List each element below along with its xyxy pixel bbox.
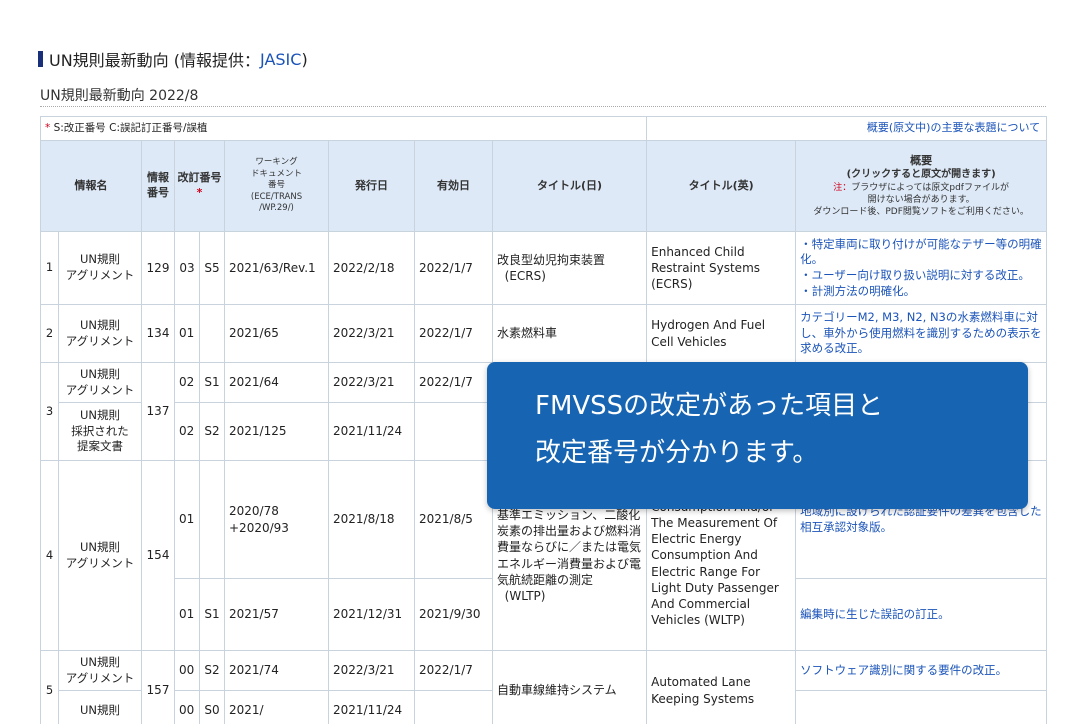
callout-line-2: 改定番号が分かります。 — [535, 438, 819, 468]
col-working-document: ワーキング ドキュメント 番号 (ECE/TRANS/WP.29/) — [224, 140, 329, 232]
col-title-en: タイトル(英) — [646, 140, 797, 232]
table-row: 5 UN規則 アグリメント 157 00 S2 2021/74 2022/3/21… — [40, 650, 1048, 724]
col-name: 情報名 — [40, 140, 142, 232]
title-bar-marker — [38, 51, 43, 67]
callout-tooltip: FMVSSの改定があった項目と 改定番号が分かります。 — [487, 362, 1028, 509]
col-issue-date: 発行日 — [328, 140, 415, 232]
col-revision: 改訂番号* — [174, 140, 225, 232]
col-number: 情報番号 — [141, 140, 175, 232]
summary-link[interactable]: カテゴリーM2, M3, N2, N3の水素燃料車に対し、車外から使用燃料を識別… — [795, 304, 1048, 363]
summary-link[interactable]: ・特定車両に取り付けが可能なテザー等の明確化。 ・ユーザー向け取り扱い説明に対する… — [795, 231, 1048, 305]
legend: * S:改正番号 C:誤記訂正番号/誤植 — [39, 116, 648, 141]
table-row: 1 UN規則 アグリメント 129 03 S5 2021/63/Rev.1 202… — [40, 231, 1048, 305]
section-title: UN規則最新動向 (情報提供： JASIC) — [38, 47, 308, 71]
col-effective-date: 有効日 — [414, 140, 493, 232]
page-subtitle: UN規則最新動向 2022/8 — [40, 85, 1046, 107]
table-row: 2 UN規則 アグリメント 134 01 2021/65 2022/3/21 20… — [40, 304, 1048, 363]
summary-headings-link[interactable]: 概要(原文中)の主要な表題について — [646, 116, 1048, 141]
col-title-jp: タイトル(日) — [491, 140, 648, 232]
callout-line-1: FMVSSの改定があった項目と — [535, 391, 884, 421]
title-prefix: UN規則最新動向 (情報提供： — [49, 51, 261, 70]
title-suffix: ) — [301, 49, 308, 69]
col-summary: 概要 (クリックすると原文が開きます) 注：ブラウザによっては原文pdfファイル… — [795, 140, 1048, 232]
summary-link[interactable]: ソフトウェア識別に関する要件の改正。 — [795, 650, 1048, 691]
summary-link[interactable]: 編集時に生じた誤記の訂正。 — [795, 578, 1048, 651]
jasic-link[interactable]: JASIC — [260, 50, 301, 69]
